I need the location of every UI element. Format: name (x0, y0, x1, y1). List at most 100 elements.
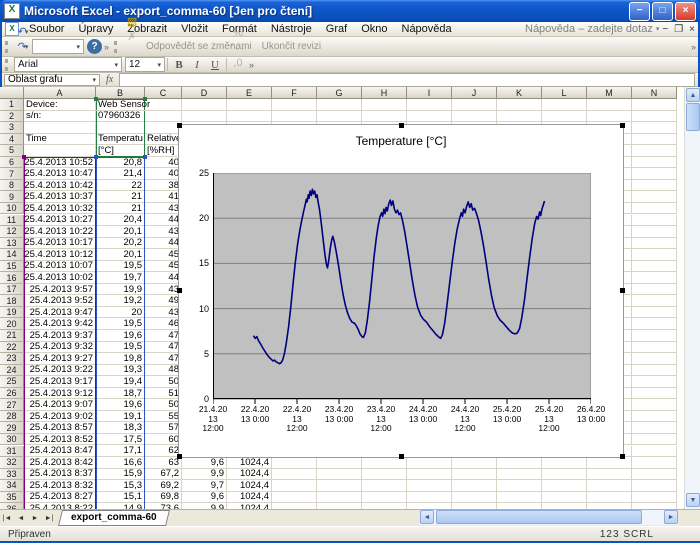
cell[interactable]: 25.4.2013 9:47 (24, 307, 96, 319)
last-sheet-icon[interactable]: ►| (42, 512, 56, 525)
cell[interactable]: 19,8 (96, 353, 145, 365)
row-header[interactable]: 27 (0, 399, 24, 411)
first-sheet-icon[interactable]: |◄ (0, 512, 14, 525)
chart-resize-handle[interactable] (177, 454, 182, 459)
cell[interactable]: 57 (145, 422, 182, 434)
highlight-changes-icon[interactable]: ▨ (123, 14, 141, 29)
maximize-button[interactable]: □ (652, 2, 673, 21)
row-header[interactable]: 31 (0, 446, 24, 458)
column-header[interactable]: F (272, 87, 317, 99)
column-header[interactable]: B (96, 87, 145, 99)
column-header[interactable]: C (145, 87, 182, 99)
row-header[interactable]: 4 (0, 134, 24, 146)
cell[interactable]: 25.4.2013 10:42 (24, 180, 96, 192)
window-close-icon[interactable]: × (686, 24, 698, 35)
cell[interactable] (542, 492, 587, 504)
window-restore-icon[interactable]: ❐ (671, 24, 686, 35)
cell[interactable]: 19,6 (96, 399, 145, 411)
cell[interactable]: 19,4 (96, 376, 145, 388)
cell[interactable]: 25.4.2013 8:27 (24, 492, 96, 504)
cell[interactable]: 18,3 (96, 422, 145, 434)
cell[interactable]: 69,2 (145, 480, 182, 492)
row-header[interactable]: 3 (0, 122, 24, 134)
cell[interactable] (497, 492, 542, 504)
cell[interactable]: 1024,4 (227, 469, 272, 481)
cell[interactable] (452, 469, 497, 481)
cell[interactable] (632, 261, 677, 273)
column-header[interactable]: H (362, 87, 407, 99)
cell[interactable]: 15,9 (96, 469, 145, 481)
horizontal-scroll-thumb[interactable] (436, 510, 642, 524)
cell[interactable]: 25.4.2013 9:37 (24, 330, 96, 342)
cell[interactable]: 25.4.2013 9:57 (24, 284, 96, 296)
cell[interactable] (145, 111, 182, 123)
cell[interactable]: [°C] (96, 145, 145, 157)
cell[interactable] (587, 492, 632, 504)
cell[interactable] (24, 145, 96, 157)
cell[interactable]: 25.4.2013 9:42 (24, 318, 96, 330)
font-name-combo[interactable]: Arial ▾ (14, 57, 122, 72)
cell[interactable]: 25.4.2013 9:17 (24, 376, 96, 388)
cell[interactable] (632, 215, 677, 227)
cell[interactable] (587, 99, 632, 111)
cell[interactable] (452, 457, 497, 469)
vertical-scroll-thumb[interactable] (686, 103, 700, 131)
cell[interactable]: 07960326 (96, 111, 145, 123)
bold-button[interactable]: B (170, 57, 188, 72)
horizontal-scrollbar[interactable]: ◄ ► (420, 510, 678, 525)
cell[interactable]: 9,7 (182, 480, 227, 492)
cell[interactable] (542, 99, 587, 111)
column-header[interactable]: D (182, 87, 227, 99)
row-header[interactable]: 33 (0, 469, 24, 481)
window-minimize-icon[interactable]: − (659, 24, 671, 35)
cell[interactable] (272, 469, 317, 481)
chart-resize-handle[interactable] (399, 123, 404, 128)
cell[interactable] (362, 111, 407, 123)
scroll-right-icon[interactable]: ► (664, 510, 678, 524)
cell[interactable]: 25.4.2013 10:37 (24, 191, 96, 203)
row-header[interactable]: 15 (0, 261, 24, 273)
menu-item[interactable]: Nástroje (264, 23, 319, 35)
cell[interactable] (632, 318, 677, 330)
column-header[interactable]: M (587, 87, 632, 99)
cell[interactable]: 41 (145, 191, 182, 203)
underline-button[interactable]: U (206, 57, 224, 72)
values-range-handle[interactable] (143, 155, 147, 159)
cell[interactable]: 25.4.2013 9:02 (24, 411, 96, 423)
cell[interactable]: 15,3 (96, 480, 145, 492)
cell[interactable]: 25.4.2013 10:17 (24, 238, 96, 250)
cell[interactable]: 25.4.2013 9:27 (24, 353, 96, 365)
row-header[interactable]: 25 (0, 376, 24, 388)
cell[interactable] (317, 469, 362, 481)
cell[interactable] (632, 180, 677, 192)
cell[interactable] (452, 492, 497, 504)
cell[interactable]: 19,7 (96, 272, 145, 284)
cell[interactable] (542, 480, 587, 492)
cell[interactable] (632, 388, 677, 400)
cell[interactable]: 25.4.2013 10:27 (24, 215, 96, 227)
cell[interactable]: 19,6 (96, 330, 145, 342)
cell[interactable] (272, 99, 317, 111)
cell[interactable]: 1024,4 (227, 480, 272, 492)
cell[interactable] (317, 457, 362, 469)
cell[interactable]: 43 (145, 226, 182, 238)
row-header[interactable]: 20 (0, 318, 24, 330)
toolbar-drag-handle[interactable] (5, 59, 11, 71)
cell[interactable] (452, 480, 497, 492)
font-size-combo[interactable]: 12 ▾ (125, 57, 165, 72)
row-header[interactable]: 21 (0, 330, 24, 342)
insert-function-icon[interactable]: fx (100, 74, 119, 85)
scroll-down-icon[interactable]: ▼ (686, 493, 700, 507)
cell[interactable] (497, 111, 542, 123)
cell[interactable] (632, 342, 677, 354)
cell[interactable] (632, 145, 677, 157)
menu-item[interactable]: Okno (354, 23, 394, 35)
cell[interactable] (227, 99, 272, 111)
cell[interactable]: Relative (145, 134, 182, 146)
cell[interactable] (497, 457, 542, 469)
cell[interactable] (317, 111, 362, 123)
cell[interactable] (362, 492, 407, 504)
cell[interactable]: 55 (145, 411, 182, 423)
scroll-left-icon[interactable]: ◄ (420, 510, 434, 524)
toolbar-options-chevron[interactable]: » (691, 42, 696, 52)
